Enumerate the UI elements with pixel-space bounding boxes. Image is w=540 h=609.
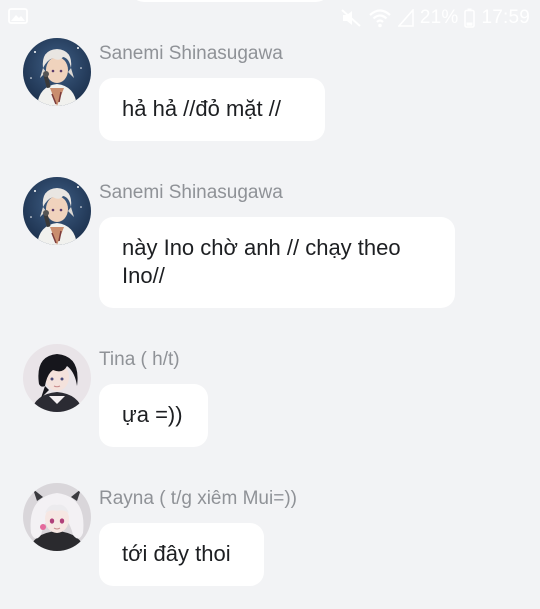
image-icon bbox=[8, 8, 28, 24]
sender-name: Sanemi Shinasugawa bbox=[99, 182, 283, 203]
message-bubble[interactable]: hả hả //đỏ mặt // bbox=[99, 78, 325, 141]
clock: 17:59 bbox=[481, 7, 530, 28]
signal-icon bbox=[397, 9, 414, 27]
battery-icon bbox=[464, 8, 476, 28]
avatar[interactable] bbox=[23, 483, 91, 551]
sender-name: Rayna ( t/g xiêm Mui=)) bbox=[99, 488, 297, 509]
avatar[interactable] bbox=[23, 177, 91, 245]
avatar[interactable] bbox=[23, 344, 91, 412]
wifi-icon bbox=[368, 8, 392, 28]
chat-screen: 21% 17:59 Sanemi Shinasugawa hả hả //đỏ … bbox=[0, 0, 540, 609]
avatar[interactable] bbox=[23, 38, 91, 106]
battery-percentage: 21% bbox=[419, 7, 459, 28]
message-bubble[interactable]: tới đây thoi bbox=[99, 523, 264, 586]
sender-name: Tina ( h/t) bbox=[99, 349, 180, 370]
sender-name: Sanemi Shinasugawa bbox=[99, 43, 283, 64]
status-bar: 21% 17:59 bbox=[0, 0, 540, 34]
mute-icon bbox=[340, 8, 362, 28]
message-bubble[interactable]: ựa =)) bbox=[99, 384, 208, 447]
message-bubble[interactable]: này Ino chờ anh // chạy theo Ino// bbox=[99, 217, 455, 308]
